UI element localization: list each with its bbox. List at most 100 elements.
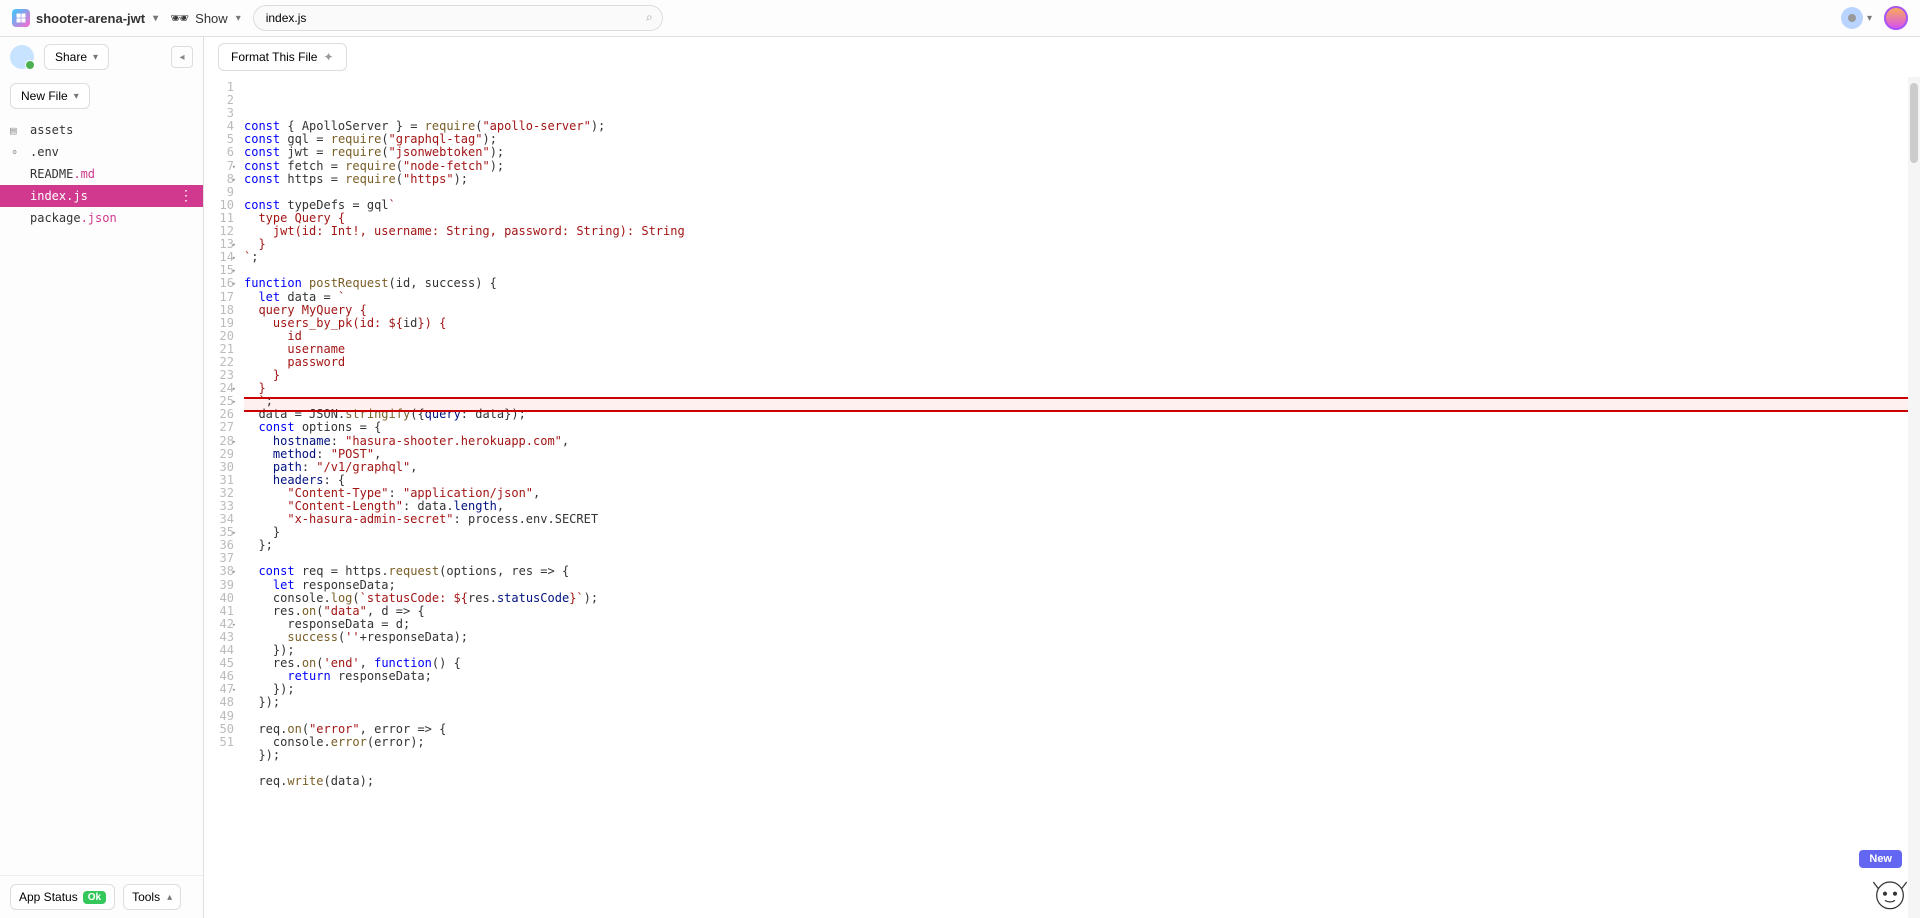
code-line: }); [244,749,1920,762]
code-line: success(''+responseData); [244,631,1920,644]
code-line: const typeDefs = gql` [244,199,1920,212]
search-wrapper: ⌕ [253,5,663,31]
code-line: req.on("error", error => { [244,723,1920,736]
line-number: 39 [204,579,234,592]
share-button[interactable]: Share ▾ [44,44,109,70]
code-line [244,186,1920,199]
help-mascot-button[interactable] [1870,872,1910,912]
glitch-logo-icon[interactable] [1884,6,1908,30]
search-input[interactable] [253,5,663,31]
code-line: password [244,356,1920,369]
file-item[interactable]: ▤ assets [0,119,203,141]
app-status-button[interactable]: App Status Ok [10,884,115,910]
code-line: users_by_pk(id: ${id}) { [244,317,1920,330]
code-line: } [244,238,1920,251]
new-file-button[interactable]: New File ▾ [10,83,90,109]
file-name: index.js [30,189,88,203]
code-line: }); [244,644,1920,657]
code-line: console.error(error); [244,736,1920,749]
file-item[interactable]: package.json [0,207,203,229]
vertical-scrollbar[interactable] [1908,77,1920,918]
code-line: `; [244,251,1920,264]
code-line: data = JSON.stringify({query: data}); [244,408,1920,421]
code-line: let data = ` [244,291,1920,304]
line-number: 38▾ [204,565,234,578]
line-number: 30 [204,461,234,474]
line-number: 49 [204,710,234,723]
file-name: package.json [30,211,117,225]
code-line: console.log(`statusCode: ${res.statusCod… [244,592,1920,605]
line-number: 9 [204,186,234,199]
search-icon: ⌕ [646,10,653,25]
chevron-down-icon: ▾ [93,52,98,63]
tools-label: Tools [132,890,160,904]
code-line: responseData = d; [244,618,1920,631]
file-item[interactable]: README.md [0,163,203,185]
line-number: 21 [204,343,234,356]
editor-area: Format This File ✦ 1234567▾8▾910111213▾1… [204,37,1920,918]
sunglasses-icon: 🕶 [170,9,189,27]
line-number: 42▾ [204,618,234,631]
file-menu-icon[interactable]: ⋮ [179,189,193,203]
code-line: return responseData; [244,670,1920,683]
sparkle-icon: ✦ [323,50,333,64]
project-logo-icon [12,9,30,27]
code-line: path: "/v1/graphql", [244,461,1920,474]
line-number: 18 [204,304,234,317]
code-editor[interactable]: 1234567▾8▾910111213▾14▾15▾16▾17181920212… [204,77,1920,918]
chevron-down-icon: ▾ [1867,13,1872,24]
line-number: 31 [204,474,234,487]
code-line: }); [244,696,1920,709]
code-line: method: "POST", [244,448,1920,461]
file-name: README.md [30,167,95,181]
file-item[interactable]: ⚬.env [0,141,203,163]
line-number: 51 [204,736,234,749]
tools-button[interactable]: Tools ▴ [123,884,181,910]
file-name: assets [30,123,73,137]
new-badge-button[interactable]: New [1859,850,1902,868]
show-button[interactable]: 🕶 Show ▾ [170,9,241,27]
line-number: 50 [204,723,234,736]
format-label: Format This File [231,50,317,64]
collapse-sidebar-button[interactable]: ◂ [171,46,193,68]
code-line: function postRequest(id, success) { [244,277,1920,290]
scrollbar-thumb[interactable] [1910,83,1918,163]
code-line: const req = https.request(options, res =… [244,565,1920,578]
app-status-label: App Status [19,890,78,904]
newfile-label: New File [21,89,68,103]
project-selector[interactable]: shooter-arena-jwt ▾ [12,9,158,27]
file-item[interactable]: index.js ⋮ [0,185,203,207]
main: Share ▾ ◂ New File ▾ ▤ assets ⚬.env README.… [0,37,1920,918]
file-icon: ▤ [10,124,24,137]
topbar-right: ▾ [1841,6,1908,30]
sidebar: Share ▾ ◂ New File ▾ ▤ assets ⚬.env README.… [0,37,204,918]
format-file-button[interactable]: Format This File ✦ [218,43,347,71]
sidebar-footer: App Status Ok Tools ▴ [0,875,203,918]
code-content: const { ApolloServer } = require("apollo… [244,81,1920,788]
user-presence-icon[interactable] [10,45,34,69]
code-line: }; [244,539,1920,552]
show-label: Show [195,11,228,26]
file-tree: ▤ assets ⚬.env README.md index.js ⋮ package.js… [0,119,203,875]
line-number: 40 [204,592,234,605]
line-number: 10 [204,199,234,212]
line-number: 19 [204,317,234,330]
line-number: 28▾ [204,435,234,448]
status-badge: Ok [83,891,106,904]
code-line: query MyQuery { [244,304,1920,317]
line-number: 16▾ [204,277,234,290]
line-number: 48 [204,696,234,709]
share-label: Share [55,50,87,64]
chevron-down-icon: ▾ [153,13,158,24]
code-line: } [244,369,1920,382]
code-line [244,762,1920,775]
code-line: res.on("data", d => { [244,605,1920,618]
code-line: }); [244,683,1920,696]
file-name: .env [30,145,59,159]
code-line: jwt(id: Int!, username: String, password… [244,225,1920,238]
code-line: const https = require("https"); [244,173,1920,186]
line-number: 27 [204,421,234,434]
project-name: shooter-arena-jwt [36,11,145,26]
user-menu[interactable]: ▾ [1841,7,1872,29]
code-line: res.on('end', function() { [244,657,1920,670]
